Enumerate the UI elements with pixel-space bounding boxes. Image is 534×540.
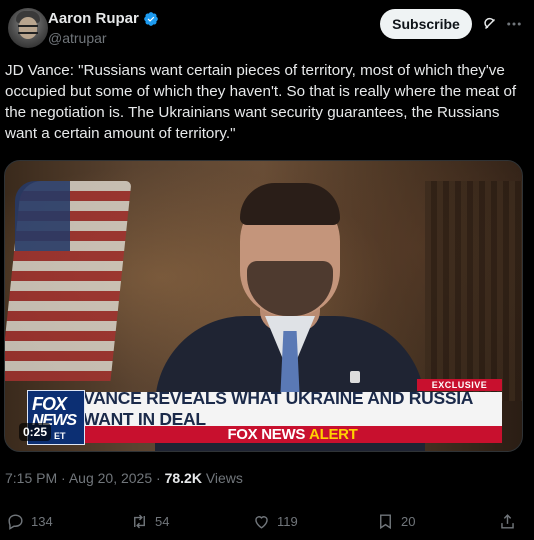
subscribe-button[interactable]: Subscribe xyxy=(380,9,472,39)
author-name-row[interactable]: Aaron Rupar xyxy=(48,10,159,27)
reply-button[interactable]: 134 xyxy=(6,512,53,531)
alert-word: ALERT xyxy=(309,426,358,443)
video-player[interactable]: EXCLUSIVE VANCE REVEALS WHAT UKRAINE AND… xyxy=(4,160,523,452)
fox-logo-et: ET xyxy=(54,431,66,441)
author-handle[interactable]: @atrupar xyxy=(48,30,107,46)
grok-icon[interactable] xyxy=(481,15,499,33)
tweet-header: Aaron Rupar @atrupar Subscribe xyxy=(0,0,534,56)
bookshelf xyxy=(425,181,522,401)
meta-separator-2: · xyxy=(156,470,161,486)
repost-count: 54 xyxy=(155,514,170,529)
flag-canton xyxy=(15,181,70,251)
action-bar: 134 54 119 20 xyxy=(0,506,534,540)
alert-prefix: FOX NEWS xyxy=(227,426,306,443)
views-label: Views xyxy=(205,470,243,486)
tweet-time[interactable]: 7:15 PM xyxy=(5,470,57,486)
avatar-glasses xyxy=(18,25,38,34)
reply-count: 134 xyxy=(31,514,53,529)
alert-bar: FOX NEWS ALERT xyxy=(83,426,502,443)
headline-banner: VANCE REVEALS WHAT UKRAINE AND RUSSIA WA… xyxy=(83,388,502,429)
like-count: 119 xyxy=(277,514,298,529)
bookmark-count: 20 xyxy=(401,514,416,529)
verified-badge-icon xyxy=(144,11,158,26)
video-duration-badge: 0:25 xyxy=(19,423,52,441)
repost-button[interactable]: 54 xyxy=(130,512,169,531)
more-icon[interactable] xyxy=(505,15,523,33)
meta-separator: · xyxy=(61,470,66,486)
share-icon xyxy=(501,514,514,529)
bookmark-icon xyxy=(380,514,391,530)
like-button[interactable]: 119 xyxy=(252,512,298,531)
reply-icon xyxy=(8,514,23,530)
tweet-date[interactable]: Aug 20, 2025 xyxy=(69,470,152,486)
bookmark-button[interactable]: 20 xyxy=(376,512,415,531)
views-count: 78.2K xyxy=(164,470,202,486)
repost-icon xyxy=(134,514,145,529)
tweet-meta: 7:15 PM · Aug 20, 2025 · 78.2K Views xyxy=(5,470,243,486)
lapel-pin xyxy=(350,371,360,383)
author-name[interactable]: Aaron Rupar xyxy=(48,10,139,27)
hair xyxy=(240,183,340,225)
share-button[interactable] xyxy=(498,512,523,531)
tweet-text: JD Vance: "Russians want certain pieces … xyxy=(5,62,517,142)
avatar[interactable] xyxy=(8,8,48,48)
heart-icon xyxy=(255,516,268,529)
